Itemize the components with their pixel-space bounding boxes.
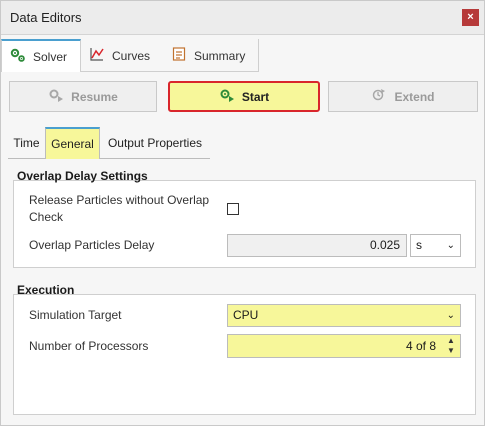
overlap-group-title: Overlap Delay Settings: [17, 169, 148, 183]
stepper-arrows-icon[interactable]: ▲ ▼: [446, 336, 456, 356]
resume-icon: [48, 87, 64, 106]
document-icon: [171, 46, 187, 65]
chart-line-icon: [89, 46, 105, 65]
processors-value: 4 of 8: [405, 339, 436, 353]
subtab-time[interactable]: Time: [8, 127, 45, 159]
unit-value: s: [416, 238, 422, 252]
tab-summary-label: Summary: [194, 48, 246, 63]
title-bar: Data Editors ×: [1, 1, 484, 35]
window-title: Data Editors: [10, 10, 82, 25]
subtab-general[interactable]: General: [45, 127, 100, 159]
resume-button[interactable]: Resume: [9, 81, 157, 112]
chevron-down-icon: ⌄: [446, 240, 455, 251]
processors-stepper[interactable]: 4 of 8 ▲ ▼: [227, 334, 461, 358]
number-of-processors-label: Number of Processors: [29, 339, 149, 353]
gears-icon: [10, 47, 26, 66]
start-button[interactable]: Start: [168, 81, 320, 112]
start-label: Start: [241, 89, 270, 104]
tab-curves-label: Curves: [112, 48, 151, 63]
tab-divider: [81, 71, 259, 72]
sub-tabs: Time General Output Properties: [8, 127, 478, 159]
simulation-target-label: Simulation Target: [29, 308, 122, 322]
subtab-output-properties[interactable]: Output Properties: [100, 127, 210, 159]
release-particles-label: Release Particles without Overlap Check: [29, 193, 210, 224]
close-button[interactable]: ×: [462, 9, 479, 26]
extend-button[interactable]: Extend: [328, 81, 478, 112]
release-particles-checkbox[interactable]: [227, 203, 239, 215]
tab-solver-label: Solver: [33, 49, 68, 64]
main-tabs: Solver Curves Summary: [1, 39, 484, 72]
overlap-delay-label: Overlap Particles Delay: [29, 238, 155, 252]
overlap-delay-unit-select[interactable]: s ⌄: [410, 234, 461, 257]
simulation-target-select[interactable]: CPU ⌄: [227, 304, 461, 327]
tab-solver[interactable]: Solver: [1, 39, 81, 72]
extend-icon: [371, 87, 387, 106]
extend-label: Extend: [394, 89, 435, 104]
resume-label: Resume: [71, 89, 118, 104]
data-editors-window: Data Editors × Solver Curves Summary Res…: [0, 0, 485, 426]
chevron-down-icon: ⌄: [446, 310, 455, 321]
execution-group-title: Execution: [17, 283, 75, 297]
simulation-target-value: CPU: [233, 308, 259, 322]
tab-summary[interactable]: Summary: [163, 39, 259, 72]
start-icon: [219, 87, 235, 106]
tab-curves[interactable]: Curves: [81, 39, 163, 72]
subtab-time-underline: [8, 158, 45, 159]
overlap-delay-input[interactable]: 0.025: [227, 234, 407, 257]
